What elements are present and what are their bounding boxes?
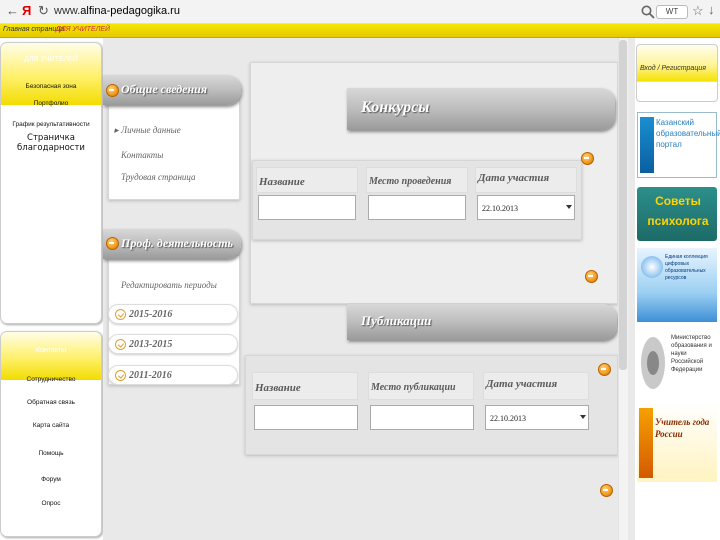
login-register-box[interactable]: Вход / Регистрация bbox=[636, 44, 718, 102]
contests-col-name: Название bbox=[259, 176, 305, 188]
psychologist-text: Советы психолога bbox=[647, 194, 709, 228]
prof-header: Проф. деятельность bbox=[103, 229, 241, 259]
teacher-of-year-banner[interactable]: Учитель года России bbox=[637, 402, 717, 482]
contests-col-date: Дата участия bbox=[478, 172, 550, 184]
orange-bullet-icon bbox=[106, 237, 119, 250]
publications-place-input[interactable] bbox=[370, 405, 474, 430]
extension-badge[interactable]: WT bbox=[656, 5, 688, 19]
teacher-of-year-text: Учитель года России bbox=[655, 417, 710, 439]
contests-col-place: Место проведения bbox=[369, 176, 452, 187]
digital-resources-text: Единая коллекция цифровых образовательны… bbox=[665, 254, 708, 281]
contests-place-input[interactable] bbox=[368, 195, 466, 220]
publications-col-date: Дата участия bbox=[486, 378, 558, 390]
orange-bullet-icon bbox=[106, 84, 119, 97]
login-register-label: Вход / Регистрация bbox=[640, 65, 706, 72]
period-2011-2016[interactable]: 2011-2016 bbox=[108, 365, 238, 385]
period-2015-2016[interactable]: 2015-2016 bbox=[108, 304, 238, 324]
add-publication-button[interactable] bbox=[600, 484, 616, 500]
scrollbar-thumb[interactable] bbox=[619, 40, 627, 370]
menu-item-help[interactable]: Помощь bbox=[1, 450, 101, 457]
check-icon bbox=[115, 339, 126, 350]
url-scheme: www. bbox=[54, 5, 81, 17]
publications-date-select[interactable]: 22.10.2013 bbox=[485, 405, 589, 430]
menu-item-portfolio[interactable]: Портфолио bbox=[1, 100, 101, 107]
publications-header: Публикации bbox=[347, 304, 617, 340]
menu-item-cooperation[interactable]: Сотрудничество bbox=[1, 376, 101, 383]
menu-item-sitemap[interactable]: Карта сайта bbox=[1, 422, 101, 429]
teachers-menu-header: ДЛЯ УЧИТЕЛЕЙ bbox=[1, 43, 101, 105]
coat-of-arms-icon bbox=[641, 337, 665, 389]
browser-toolbar: ← Я ↻ www.alfina-pedagogika.ru WT ☆ ↓ bbox=[0, 0, 720, 24]
general-info-header: Общие сведения bbox=[103, 75, 241, 105]
ministry-text: Министерство образования и науки Российс… bbox=[671, 335, 712, 373]
menu-item-results-chart[interactable]: График результативности bbox=[1, 121, 101, 128]
contacts-menu-panel: Контакты Сотрудничество Обратная связь К… bbox=[0, 331, 102, 537]
general-item-contacts[interactable]: Контакты bbox=[121, 150, 163, 160]
contests-date-value: 22.10.2013 bbox=[482, 204, 518, 213]
contests-date-select[interactable]: 22.10.2013 bbox=[477, 195, 575, 220]
address-bar[interactable]: www.alfina-pedagogika.ru bbox=[54, 5, 180, 17]
add-icon[interactable] bbox=[581, 152, 594, 165]
url-host: alfina-pedagogika.ru bbox=[80, 5, 180, 17]
kazan-portal-banner[interactable]: Казанский образовательный портал bbox=[637, 112, 720, 178]
publications-title: Публикации bbox=[361, 313, 432, 328]
home-link[interactable]: Главная страница bbox=[3, 26, 64, 33]
check-icon bbox=[115, 309, 126, 320]
publications-col-place: Место публикации bbox=[371, 382, 456, 393]
add-contest-button[interactable] bbox=[585, 270, 601, 286]
psychologist-banner[interactable]: Советы психолога bbox=[637, 187, 717, 241]
general-info-title: Общие сведения bbox=[121, 82, 208, 96]
menu-item-forum[interactable]: Форум bbox=[1, 476, 101, 483]
download-icon[interactable]: ↓ bbox=[708, 2, 715, 17]
globe-icon bbox=[641, 256, 663, 278]
contests-name-input[interactable] bbox=[258, 195, 356, 220]
site-top-strip: Главная страница ДЛЯ УЧИТЕЛЕЙ bbox=[0, 24, 720, 38]
menu-item-thanks-page[interactable]: Страничка благодарности bbox=[1, 133, 101, 153]
contacts-menu-header: Контакты bbox=[1, 332, 101, 380]
contests-header: Конкурсы bbox=[347, 88, 615, 130]
portal-logo-icon bbox=[640, 117, 654, 173]
add-icon[interactable] bbox=[598, 363, 611, 376]
teachers-menu-title: ДЛЯ УЧИТЕЛЕЙ bbox=[24, 56, 78, 63]
chevron-down-icon bbox=[566, 205, 572, 209]
contacts-menu-title: Контакты bbox=[35, 347, 67, 354]
menu-item-poll[interactable]: Опрос bbox=[1, 500, 101, 507]
ministry-banner[interactable]: Министерство образования и науки Российс… bbox=[637, 330, 717, 396]
chevron-down-icon bbox=[580, 415, 586, 419]
general-item-work[interactable]: Трудовая страница bbox=[121, 172, 196, 182]
search-icon[interactable] bbox=[640, 4, 656, 20]
prof-title: Проф. деятельность bbox=[121, 236, 234, 250]
reload-icon[interactable]: ↻ bbox=[38, 3, 49, 19]
publications-date-value: 22.10.2013 bbox=[490, 414, 526, 423]
publications-col-name: Название bbox=[255, 382, 301, 394]
back-icon[interactable]: ← bbox=[6, 3, 19, 18]
star-icon[interactable]: ☆ bbox=[692, 3, 704, 19]
check-icon bbox=[115, 370, 126, 381]
teacher-logo-icon bbox=[639, 408, 653, 478]
arrow-icon: ▸ bbox=[114, 125, 119, 135]
yandex-icon[interactable]: Я bbox=[22, 3, 31, 18]
edit-periods-link[interactable]: Редактировать периоды bbox=[121, 280, 217, 290]
publications-name-input[interactable] bbox=[254, 405, 358, 430]
digital-resources-banner[interactable]: Единая коллекция цифровых образовательны… bbox=[637, 248, 717, 322]
menu-item-safe-zone[interactable]: Безопасная зона bbox=[1, 83, 101, 90]
contests-title: Конкурсы bbox=[361, 99, 430, 116]
teachers-menu-panel: ДЛЯ УЧИТЕЛЕЙ Безопасная зона Портфолио Г… bbox=[0, 42, 102, 324]
general-item-personal[interactable]: Личные данные bbox=[121, 125, 181, 135]
teachers-link[interactable]: ДЛЯ УЧИТЕЛЕЙ bbox=[56, 26, 110, 33]
menu-item-feedback[interactable]: Обратная связь bbox=[1, 399, 101, 406]
period-2013-2015[interactable]: 2013-2015 bbox=[108, 334, 238, 354]
kazan-portal-text: Казанский образовательный портал bbox=[656, 118, 720, 149]
